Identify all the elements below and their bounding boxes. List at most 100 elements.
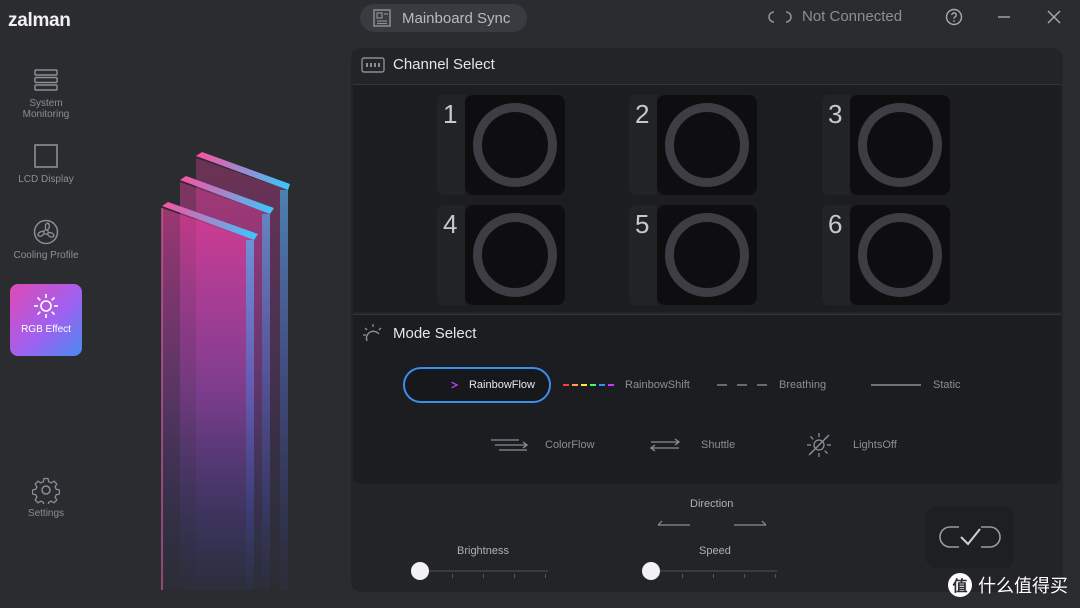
slider-track xyxy=(420,570,548,572)
watermark: 值 什么值得买 xyxy=(948,572,1068,598)
sidebar-item-settings[interactable]: Settings xyxy=(10,470,82,542)
channel-number: 2 xyxy=(629,95,657,195)
brand-logo: zalman xyxy=(8,10,71,31)
minimize-icon xyxy=(998,16,1010,18)
channel-tile xyxy=(850,95,950,195)
speed-label: Speed xyxy=(699,545,731,557)
mode-label: Shuttle xyxy=(701,439,736,451)
mainboard-sync-label: Mainboard Sync xyxy=(402,9,511,27)
fan-ring-icon xyxy=(858,213,942,297)
direction-left-button[interactable] xyxy=(656,516,692,534)
help-icon xyxy=(945,8,963,26)
sidebar-item-label: System Monitoring xyxy=(22,98,70,120)
light-icon xyxy=(363,324,382,342)
mode-lightsoff[interactable]: LightsOff xyxy=(805,427,897,463)
channel-select-title: Channel Select xyxy=(393,56,495,73)
mode-breathing[interactable]: Breathing xyxy=(717,367,826,403)
apply-button[interactable] xyxy=(926,506,1014,568)
sidebar-item-label: LCD Display xyxy=(18,174,74,185)
slider-tick xyxy=(483,574,484,578)
channel-number: 4 xyxy=(437,205,465,305)
swap-arrows-icon xyxy=(649,438,681,452)
sidebar-item-label: Cooling Profile xyxy=(13,250,79,261)
channel-tile xyxy=(850,205,950,305)
channel-4[interactable]: 4 xyxy=(437,205,567,305)
slider-track xyxy=(651,570,777,572)
channel-grid: 1 2 3 4 5 6 xyxy=(353,84,1061,312)
sidebar-item-system-monitoring[interactable]: System Monitoring xyxy=(10,60,82,132)
dashed-line-icon xyxy=(717,384,767,386)
watermark-badge: 值 xyxy=(948,573,972,597)
fan-ring-icon xyxy=(665,213,749,297)
sidebar-item-label: RGB Effect xyxy=(21,324,71,335)
check-icon xyxy=(939,526,1001,548)
brightness-slider-knob[interactable] xyxy=(411,562,429,580)
motherboard-icon xyxy=(373,9,391,27)
arrow-right-icon xyxy=(734,520,767,526)
channel-tile xyxy=(465,205,565,305)
channel-5[interactable]: 5 xyxy=(629,205,759,305)
fan-ring-icon xyxy=(473,213,557,297)
channel-number: 5 xyxy=(629,205,657,305)
direction-right-button[interactable] xyxy=(732,516,768,534)
mode-select-header: Mode Select xyxy=(361,321,476,345)
fan-ring-icon xyxy=(858,103,942,187)
solid-line-icon xyxy=(871,384,921,386)
mainboard-sync-button[interactable]: Mainboard Sync xyxy=(360,4,527,32)
channel-3[interactable]: 3 xyxy=(822,95,952,195)
channel-number: 1 xyxy=(437,95,465,195)
speed-slider-knob[interactable] xyxy=(642,562,660,580)
help-button[interactable] xyxy=(943,6,965,28)
slider-tick xyxy=(775,574,776,578)
fan-ring-icon xyxy=(473,103,557,187)
slider-tick xyxy=(452,574,453,578)
mode-select-section: Mode Select RainbowFlow RainbowShift Bre… xyxy=(353,314,1061,484)
channel-1[interactable]: 1 xyxy=(437,95,567,195)
link-icon xyxy=(768,10,792,23)
channel-icon xyxy=(361,56,385,73)
minimize-button[interactable] xyxy=(993,6,1015,28)
fan-ring-icon xyxy=(665,103,749,187)
close-button[interactable] xyxy=(1043,6,1065,28)
slider-tick xyxy=(744,574,745,578)
stack-icon xyxy=(34,69,58,91)
direction-label: Direction xyxy=(690,498,734,510)
mode-rainbowflow[interactable]: RainbowFlow xyxy=(403,367,551,403)
slider-tick xyxy=(514,574,515,578)
mode-shuttle[interactable]: Shuttle xyxy=(649,427,735,463)
light-off-icon xyxy=(807,433,831,457)
channel-2[interactable]: 2 xyxy=(629,95,759,195)
fan-icon xyxy=(33,219,59,245)
mode-label: ColorFlow xyxy=(545,439,595,451)
dashed-rainbow-icon xyxy=(563,384,614,386)
watermark-text: 什么值得买 xyxy=(978,576,1068,596)
connection-status-text: Not Connected xyxy=(802,8,903,25)
channel-6[interactable]: 6 xyxy=(822,205,952,305)
sidebar-item-label: Settings xyxy=(27,508,65,519)
channel-select-header: Channel Select xyxy=(361,56,495,73)
sidebar-item-lcd-display[interactable]: LCD Display xyxy=(10,136,82,208)
ram-illustration xyxy=(161,152,290,590)
rainbow-arrow-icon xyxy=(411,381,459,389)
mode-select-title: Mode Select xyxy=(393,324,477,342)
gear-icon xyxy=(32,477,60,504)
mode-rainbowshift[interactable]: RainbowShift xyxy=(563,367,690,403)
mode-label: RainbowShift xyxy=(625,379,690,391)
mode-label: RainbowFlow xyxy=(468,379,535,391)
mode-label: Static xyxy=(933,379,961,391)
square-icon xyxy=(34,144,58,168)
slider-tick xyxy=(682,574,683,578)
brightness-label: Brightness xyxy=(457,545,509,557)
sun-icon xyxy=(34,294,58,318)
sidebar-item-cooling-profile[interactable]: Cooling Profile xyxy=(10,212,82,284)
channel-tile xyxy=(465,95,565,195)
channel-tile xyxy=(657,95,757,195)
mode-colorflow[interactable]: ColorFlow xyxy=(491,427,595,463)
slider-tick xyxy=(713,574,714,578)
slider-tick xyxy=(545,574,546,578)
channel-number: 6 xyxy=(822,205,850,305)
arrow-left-icon xyxy=(657,520,690,526)
sidebar-item-rgb-effect[interactable]: RGB Effect xyxy=(10,284,82,356)
close-icon xyxy=(1047,10,1061,24)
mode-static[interactable]: Static xyxy=(871,367,961,403)
